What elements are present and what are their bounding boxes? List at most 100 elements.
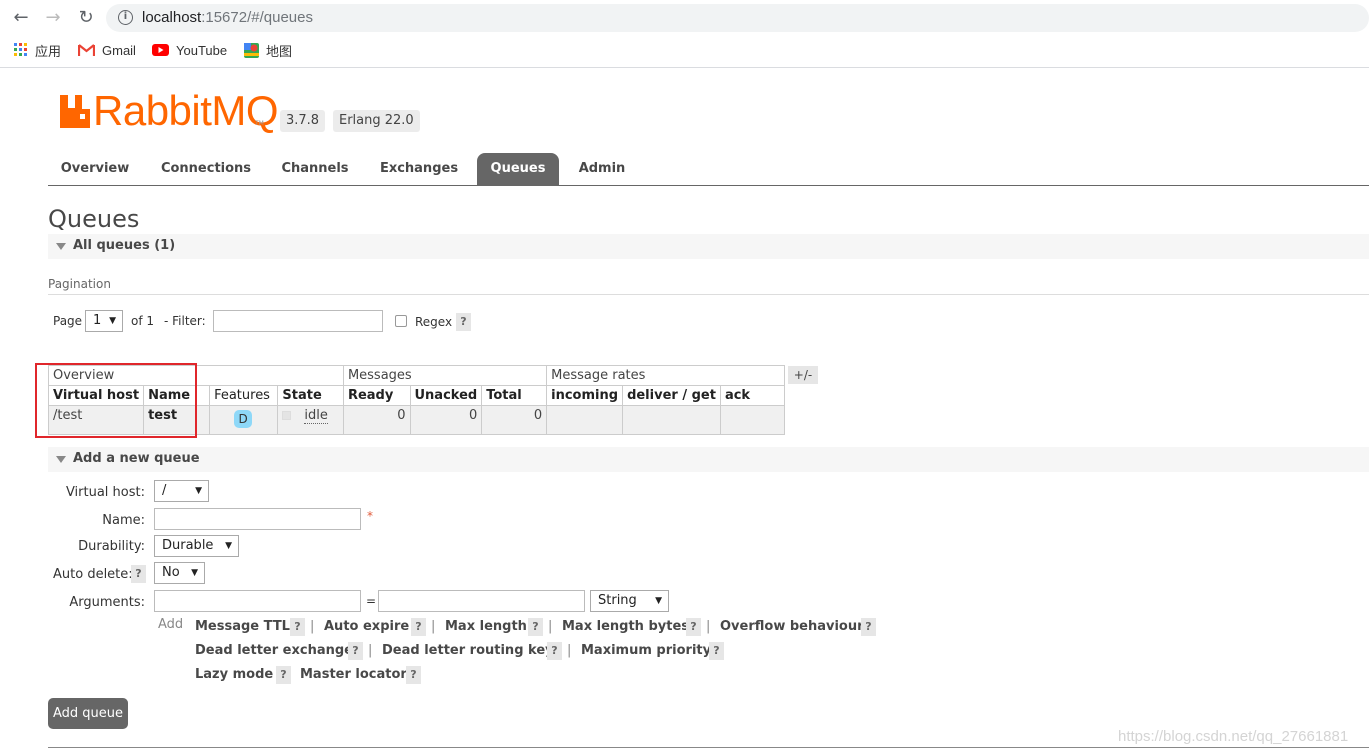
bookmark-gmail[interactable]: Gmail: [78, 40, 136, 60]
page-select[interactable]: 1 ▼: [85, 310, 123, 332]
separator: |: [706, 619, 711, 634]
argument-key-input[interactable]: [154, 590, 361, 612]
version-badge: 3.7.8: [280, 110, 326, 132]
collapse-triangle-icon: [56, 456, 66, 463]
divider: [48, 294, 1369, 295]
cell-deliver-get: [622, 405, 721, 435]
tab-admin[interactable]: Admin: [572, 153, 632, 185]
erlang-badge: Erlang 22.0: [333, 110, 420, 132]
cell-features: D: [209, 405, 279, 435]
bookmark-label: YouTube: [176, 42, 228, 58]
cell-ready: 0: [342, 405, 411, 435]
section-title: All queues (1): [73, 238, 176, 253]
overflow-behaviour-help-button[interactable]: ?: [861, 618, 876, 636]
arg-link-overflow-behaviour[interactable]: Overflow behaviour: [720, 619, 864, 634]
vhost-select-value: /: [162, 483, 167, 498]
dead-letter-exchange-help-button[interactable]: ?: [348, 642, 363, 660]
col-unacked[interactable]: Unacked: [409, 385, 483, 406]
queue-name-input[interactable]: [154, 508, 361, 530]
col-deliver-get[interactable]: deliver / get: [622, 385, 721, 406]
durability-select[interactable]: Durable ▼: [154, 535, 239, 557]
arg-link-dead-letter-routing-key[interactable]: Dead letter routing key: [382, 643, 554, 658]
auto-expire-help-button[interactable]: ?: [411, 618, 426, 636]
toggle-columns-button[interactable]: +/-: [788, 366, 818, 384]
dropdown-arrow-icon: ▼: [191, 568, 198, 578]
bookmark-label: Gmail: [102, 42, 136, 58]
argument-type-select[interactable]: String ▼: [590, 590, 669, 612]
tab-connections[interactable]: Connections: [152, 153, 260, 185]
maximum-priority-help-button[interactable]: ?: [709, 642, 724, 660]
arg-link-master-locator[interactable]: Master locator: [300, 667, 407, 682]
arg-link-message-ttl[interactable]: Message TTL: [195, 619, 290, 634]
maps-icon: [244, 42, 259, 58]
vhost-select[interactable]: / ▼: [154, 480, 209, 502]
col-incoming[interactable]: incoming: [546, 385, 624, 406]
state-text: idle: [304, 408, 328, 424]
reload-icon[interactable]: ↻: [74, 6, 98, 30]
auto-delete-select[interactable]: No ▼: [154, 562, 205, 584]
apps-grid-icon: [14, 43, 27, 56]
argument-value-input[interactable]: [378, 590, 585, 612]
regex-help-button[interactable]: ?: [456, 313, 471, 331]
cell-state: idle: [277, 405, 344, 435]
tab-queues[interactable]: Queues: [477, 153, 559, 185]
trademark: TM: [255, 120, 264, 127]
dead-letter-routing-key-help-button[interactable]: ?: [547, 642, 562, 660]
pagination-heading: Pagination: [48, 277, 111, 291]
forward-icon[interactable]: →: [41, 6, 65, 30]
bookmark-maps[interactable]: 地图: [244, 40, 292, 60]
page-select-value: 1: [93, 313, 102, 328]
arg-link-max-length-bytes[interactable]: Max length bytes: [562, 619, 689, 634]
tab-exchanges[interactable]: Exchanges: [374, 153, 464, 185]
bookmark-apps[interactable]: 应用: [14, 40, 61, 60]
all-queues-section-toggle[interactable]: All queues (1): [48, 234, 1369, 259]
page-title: Queues: [48, 205, 140, 233]
regex-checkbox[interactable]: [395, 315, 407, 327]
filter-label: - Filter:: [164, 314, 206, 328]
cell-unacked: 0: [409, 405, 483, 435]
auto-delete-help-button[interactable]: ?: [131, 565, 146, 583]
add-queue-section-toggle[interactable]: Add a new queue: [48, 447, 1369, 472]
separator: |: [431, 619, 436, 634]
annotation-highlight-box: [35, 363, 197, 438]
col-total[interactable]: Total: [481, 385, 548, 406]
filter-input[interactable]: [213, 310, 383, 332]
add-queue-button[interactable]: Add queue: [48, 698, 128, 729]
info-icon[interactable]: i: [118, 10, 133, 25]
col-ack[interactable]: ack: [719, 385, 786, 406]
arg-link-dead-letter-exchange[interactable]: Dead letter exchange: [195, 643, 353, 658]
max-length-help-button[interactable]: ?: [528, 618, 543, 636]
equals-sign: =: [366, 594, 377, 608]
dropdown-arrow-icon: ▼: [109, 316, 116, 326]
address-url: localhost:15672/#/queues: [142, 9, 313, 26]
group-messages: Messages: [342, 365, 548, 386]
cell-ack: [719, 405, 786, 435]
col-state[interactable]: State: [277, 385, 344, 406]
auto-delete-select-value: No: [162, 565, 180, 580]
arg-link-maximum-priority[interactable]: Maximum priority: [581, 643, 711, 658]
page-label: Page: [53, 314, 83, 328]
gmail-icon: [78, 43, 95, 56]
separator: |: [368, 643, 373, 658]
master-locator-help-button[interactable]: ?: [406, 666, 421, 684]
tab-overview[interactable]: Overview: [48, 153, 142, 185]
col-ready[interactable]: Ready: [342, 385, 411, 406]
divider: [48, 747, 1369, 748]
watermark: https://blog.csdn.net/qq_27661881: [1118, 728, 1349, 745]
address-bar[interactable]: i localhost:15672/#/queues: [106, 4, 1369, 32]
lazy-mode-help-button[interactable]: ?: [276, 666, 291, 684]
bookmark-youtube[interactable]: YouTube: [152, 40, 227, 60]
arg-link-max-length[interactable]: Max length: [445, 619, 527, 634]
arg-link-auto-expire[interactable]: Auto expire: [324, 619, 409, 634]
rabbitmq-logo-icon: [60, 95, 90, 128]
arguments-label: Arguments:: [69, 595, 145, 610]
argument-type-value: String: [598, 593, 637, 608]
arg-link-lazy-mode[interactable]: Lazy mode: [195, 667, 273, 682]
back-icon[interactable]: ←: [9, 6, 33, 30]
separator: |: [548, 619, 553, 634]
tab-channels[interactable]: Channels: [274, 153, 356, 185]
separator: |: [310, 619, 315, 634]
durable-feature-badge: D: [234, 410, 253, 428]
message-ttl-help-button[interactable]: ?: [290, 618, 305, 636]
max-length-bytes-help-button[interactable]: ?: [686, 618, 701, 636]
